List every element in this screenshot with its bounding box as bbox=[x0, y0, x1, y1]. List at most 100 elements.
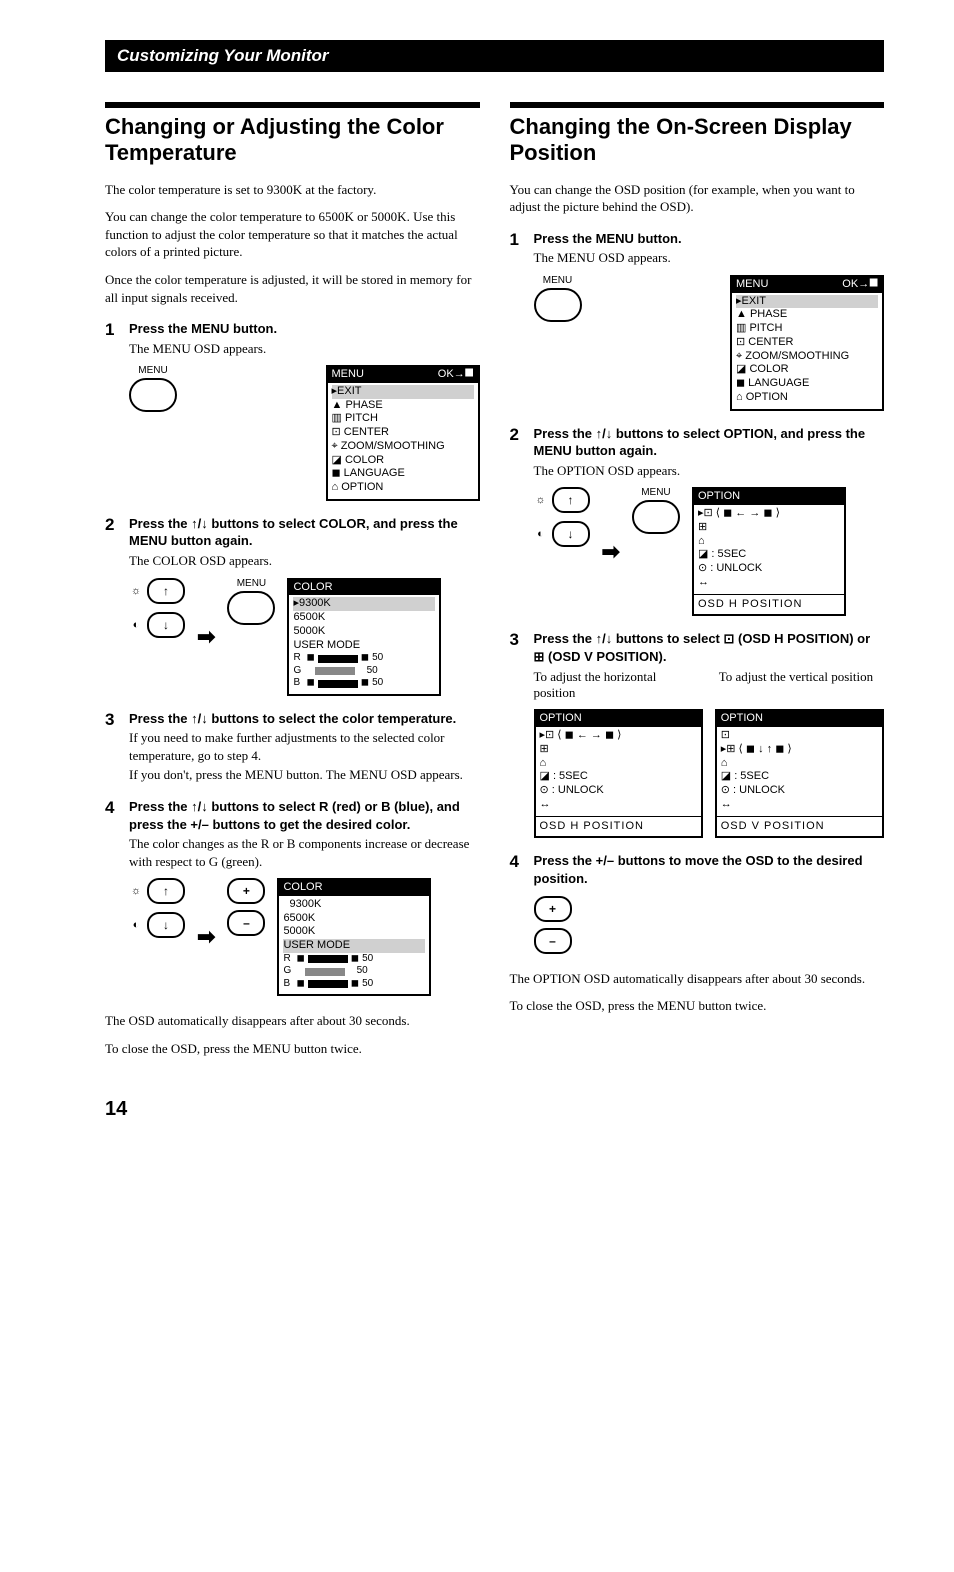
step-heading: Press the MENU button. bbox=[129, 320, 480, 338]
osd-item: ⊙ : UNLOCK bbox=[540, 784, 697, 798]
osd-item-option: ⌂ OPTION bbox=[332, 481, 474, 495]
osd-item: ⊡ bbox=[721, 729, 878, 743]
up-down-buttons: ☼ ↑ ◐ ↓ bbox=[534, 487, 590, 547]
contrast-icon: ◐ bbox=[534, 527, 548, 541]
osd-title: COLOR bbox=[283, 881, 322, 895]
closing-text: The OPTION OSD automatically disappears … bbox=[510, 970, 885, 988]
step-heading: Press the ↑/↓ buttons to select the colo… bbox=[129, 710, 480, 728]
osd-item: ◪ : 5SEC bbox=[698, 548, 840, 562]
arrow-icon: ➡ bbox=[197, 924, 215, 950]
osd-item: ▸⊞ ⟨ ◼ ↓ ↑ ◼ ⟩ bbox=[721, 743, 878, 757]
osd-item-9300k: 9300K bbox=[283, 898, 425, 912]
left-step-2: 2 Press the ↑/↓ buttons to select COLOR,… bbox=[105, 515, 480, 696]
up-button-icon: ↑ bbox=[147, 578, 185, 604]
right-step-1: 1 Press the MENU button. The MENU OSD ap… bbox=[510, 230, 885, 411]
osd-item-center: ⊡ CENTER bbox=[332, 426, 474, 440]
right-step-2: 2 Press the ↑/↓ buttons to select OPTION… bbox=[510, 425, 885, 617]
menu-osd: MENU OK→⯀ ▸EXIT ▲ PHASE ▥ PITCH ⊡ CENTER… bbox=[730, 275, 884, 411]
step-number: 3 bbox=[105, 710, 119, 784]
option-osd-h: OPTION ▸⊡ ⟨ ◼ ← → ◼ ⟩ ⊞ ⌂ ◪ : 5SEC ⊙ : U… bbox=[534, 709, 703, 838]
left-intro-3: Once the color temperature is adjusted, … bbox=[105, 271, 480, 306]
step-heading: Press the ↑/↓ buttons to select ⊡ (OSD H… bbox=[534, 630, 885, 665]
up-button-icon: ↑ bbox=[147, 878, 185, 904]
osd-item-6500k: 6500K bbox=[283, 912, 425, 926]
left-step-4: 4 Press the ↑/↓ buttons to select R (red… bbox=[105, 798, 480, 996]
oval-button-icon bbox=[129, 378, 177, 412]
osd-item-phase: ▲ PHASE bbox=[332, 399, 474, 413]
osd-item-pitch: ▥ PITCH bbox=[332, 412, 474, 426]
step-number: 2 bbox=[105, 515, 119, 696]
oval-button-icon bbox=[227, 591, 275, 625]
step-heading: Press the ↑/↓ buttons to select R (red) … bbox=[129, 798, 480, 833]
step-subtext: If you don't, press the MENU button. The… bbox=[129, 766, 480, 784]
left-column: Changing or Adjusting the Color Temperat… bbox=[105, 102, 480, 1068]
minus-button-icon: – bbox=[534, 928, 572, 954]
contrast-icon: ◐ bbox=[129, 918, 143, 932]
osd-item: ◪ : 5SEC bbox=[721, 770, 878, 784]
rgb-r-row: R ◼ ◼ 50 bbox=[283, 953, 425, 966]
osd-item-option: ⌂ OPTION bbox=[736, 391, 878, 405]
right-step-3: 3 Press the ↑/↓ buttons to select ⊡ (OSD… bbox=[510, 630, 885, 838]
osd-item-color: ◪ COLOR bbox=[332, 454, 474, 468]
step-heading: Press the ↑/↓ buttons to select COLOR, a… bbox=[129, 515, 480, 550]
left-step-3: 3 Press the ↑/↓ buttons to select the co… bbox=[105, 710, 480, 784]
menu-label: MENU bbox=[641, 487, 670, 498]
arrow-icon: ➡ bbox=[197, 624, 215, 650]
menu-button-diagram: MENU bbox=[227, 578, 275, 625]
brightness-icon: ☼ bbox=[534, 493, 548, 507]
plus-minus-buttons: + – bbox=[227, 878, 265, 936]
step-subtext: The OPTION OSD appears. bbox=[534, 462, 885, 480]
rgb-g-row: G 50 bbox=[293, 665, 435, 678]
menu-osd: MENU OK→⯀ ▸EXIT ▲ PHASE ▥ PITCH ⊡ CENTER… bbox=[326, 365, 480, 501]
down-button-icon: ↓ bbox=[147, 912, 185, 938]
osd-item: ▸⊡ ⟨ ◼ ← → ◼ ⟩ bbox=[540, 729, 697, 743]
osd-item: ⌂ bbox=[721, 757, 878, 771]
plus-button-icon: + bbox=[227, 878, 265, 904]
down-button-icon: ↓ bbox=[552, 521, 590, 547]
osd-item-usermode: USER MODE bbox=[283, 939, 425, 953]
minus-button-icon: – bbox=[227, 910, 265, 936]
osd-item-9300k: ▸9300K bbox=[293, 597, 435, 611]
closing-text: To close the OSD, press the MENU button … bbox=[105, 1040, 480, 1058]
down-button-icon: ↓ bbox=[147, 612, 185, 638]
oval-button-icon bbox=[632, 500, 680, 534]
step-subtext: The COLOR OSD appears. bbox=[129, 552, 480, 570]
rule-icon bbox=[105, 102, 480, 108]
step-number: 1 bbox=[105, 320, 119, 501]
page-number: 14 bbox=[105, 1098, 884, 1121]
osd-item: ⌂ bbox=[540, 757, 697, 771]
option-osd: OPTION ▸⊡ ⟨ ◼ ← → ◼ ⟩ ⊞ ⌂ ◪ : 5SEC ⊙ : U… bbox=[692, 487, 846, 616]
osd-item: ↔ bbox=[698, 576, 840, 590]
osd-item-5000k: 5000K bbox=[293, 625, 435, 639]
osd-footer: OSD H POSITION bbox=[536, 816, 701, 837]
menu-label: MENU bbox=[138, 365, 167, 376]
step-number: 1 bbox=[510, 230, 524, 411]
color-osd: COLOR ▸9300K 6500K 5000K USER MODE R ◼ ◼… bbox=[287, 578, 441, 696]
up-button-icon: ↑ bbox=[552, 487, 590, 513]
osd-item: ◪ : 5SEC bbox=[540, 770, 697, 784]
option-osd-v: OPTION ⊡ ▸⊞ ⟨ ◼ ↓ ↑ ◼ ⟩ ⌂ ◪ : 5SEC ⊙ : U… bbox=[715, 709, 884, 838]
up-down-buttons: ☼↑ ◐↓ bbox=[129, 878, 185, 938]
osd-item: ⊞ bbox=[698, 521, 840, 535]
menu-label: MENU bbox=[237, 578, 266, 589]
osd-item: ↔ bbox=[540, 798, 697, 812]
osd-title-right: OK→⯀ bbox=[842, 278, 878, 292]
left-step-1: 1 Press the MENU button. The MENU OSD ap… bbox=[105, 320, 480, 501]
color-osd-user: COLOR 9300K 6500K 5000K USER MODE R ◼ ◼ … bbox=[277, 878, 431, 996]
step-subtext: The color changes as the R or B componen… bbox=[129, 835, 480, 870]
osd-item-language: ◼ LANGUAGE bbox=[332, 467, 474, 481]
osd-item-pitch: ▥ PITCH bbox=[736, 322, 878, 336]
right-step-4: 4 Press the +/– buttons to move the OSD … bbox=[510, 852, 885, 953]
left-title: Changing or Adjusting the Color Temperat… bbox=[105, 114, 480, 167]
rule-icon bbox=[510, 102, 885, 108]
osd-title-left: MENU bbox=[332, 368, 364, 382]
osd-item-5000k: 5000K bbox=[283, 925, 425, 939]
osd-title: OPTION bbox=[721, 712, 763, 726]
osd-item: ⊙ : UNLOCK bbox=[721, 784, 878, 798]
step-heading: Press the ↑/↓ buttons to select OPTION, … bbox=[534, 425, 885, 460]
osd-item-exit: ▸EXIT bbox=[736, 295, 878, 309]
contrast-icon: ◐ bbox=[129, 618, 143, 632]
menu-button-diagram: MENU bbox=[534, 275, 582, 322]
right-title: Changing the On-Screen Display Position bbox=[510, 114, 885, 167]
rgb-g-row: G 50 bbox=[283, 965, 425, 978]
